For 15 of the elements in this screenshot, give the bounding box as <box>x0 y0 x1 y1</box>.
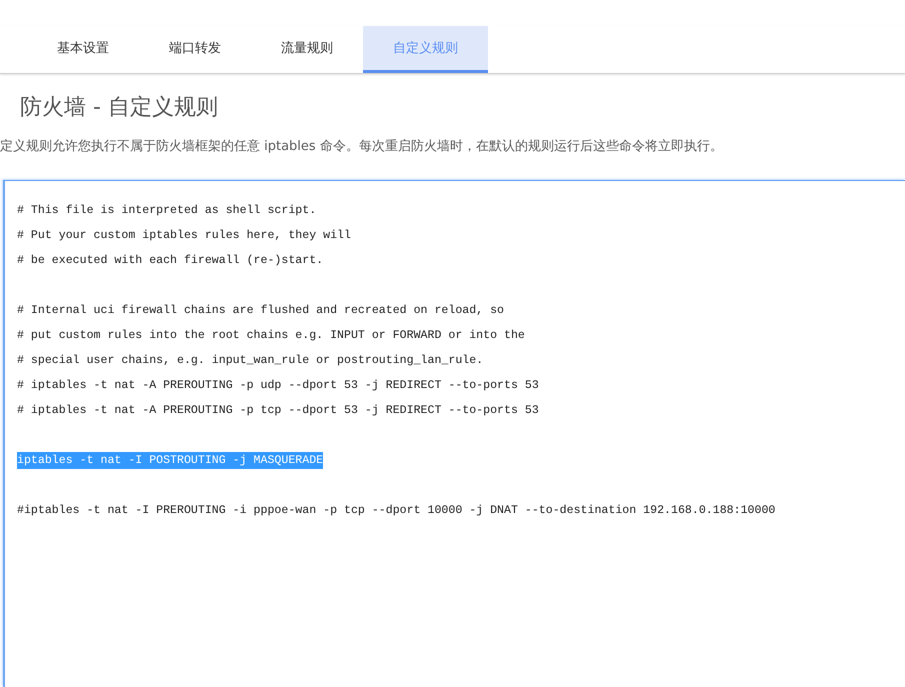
code-line: # be executed with each firewall (re-)start. <box>17 254 324 267</box>
tab[interactable]: 基本设置 <box>27 26 139 73</box>
code-line: #iptables -t nat -I PREROUTING -i pppoe-wan -p tcp --dport 10000 -j DNAT --to-destination 192.168.0.188:10000 <box>17 504 776 517</box>
tab[interactable]: 流量规则 <box>251 26 363 73</box>
page-description: 定义规则允许您执行不属于防火墙框架的任意 iptables 命令。每次重启防火墙时，在默认的规则运行后这些命令将立即执行。 <box>0 138 723 156</box>
code-line: # Put your custom iptables rules here, they will <box>17 229 351 242</box>
code-line: # This file is interpreted as shell script. <box>17 204 316 217</box>
code-line: # put custom rules into the root chains e.g. INPUT or FORWARD or into the <box>17 329 525 342</box>
script-editor-field[interactable] <box>3 180 905 687</box>
code-line: # iptables -t nat -A PREROUTING -p udp --dport 53 -j REDIRECT --to-ports 53 <box>17 379 539 392</box>
page-title: 防火墙 - 自定义规则 <box>20 94 218 122</box>
code-line: # special user chains, e.g. input_wan_rule or postrouting_lan_rule. <box>17 354 484 367</box>
code-line: # Internal uci firewall chains are flushed and recreated on reload, so <box>17 304 504 317</box>
tab[interactable]: 端口转发 <box>139 26 251 73</box>
code-line: # iptables -t nat -A PREROUTING -p tcp --dport 53 -j REDIRECT --to-ports 53 <box>17 404 539 417</box>
